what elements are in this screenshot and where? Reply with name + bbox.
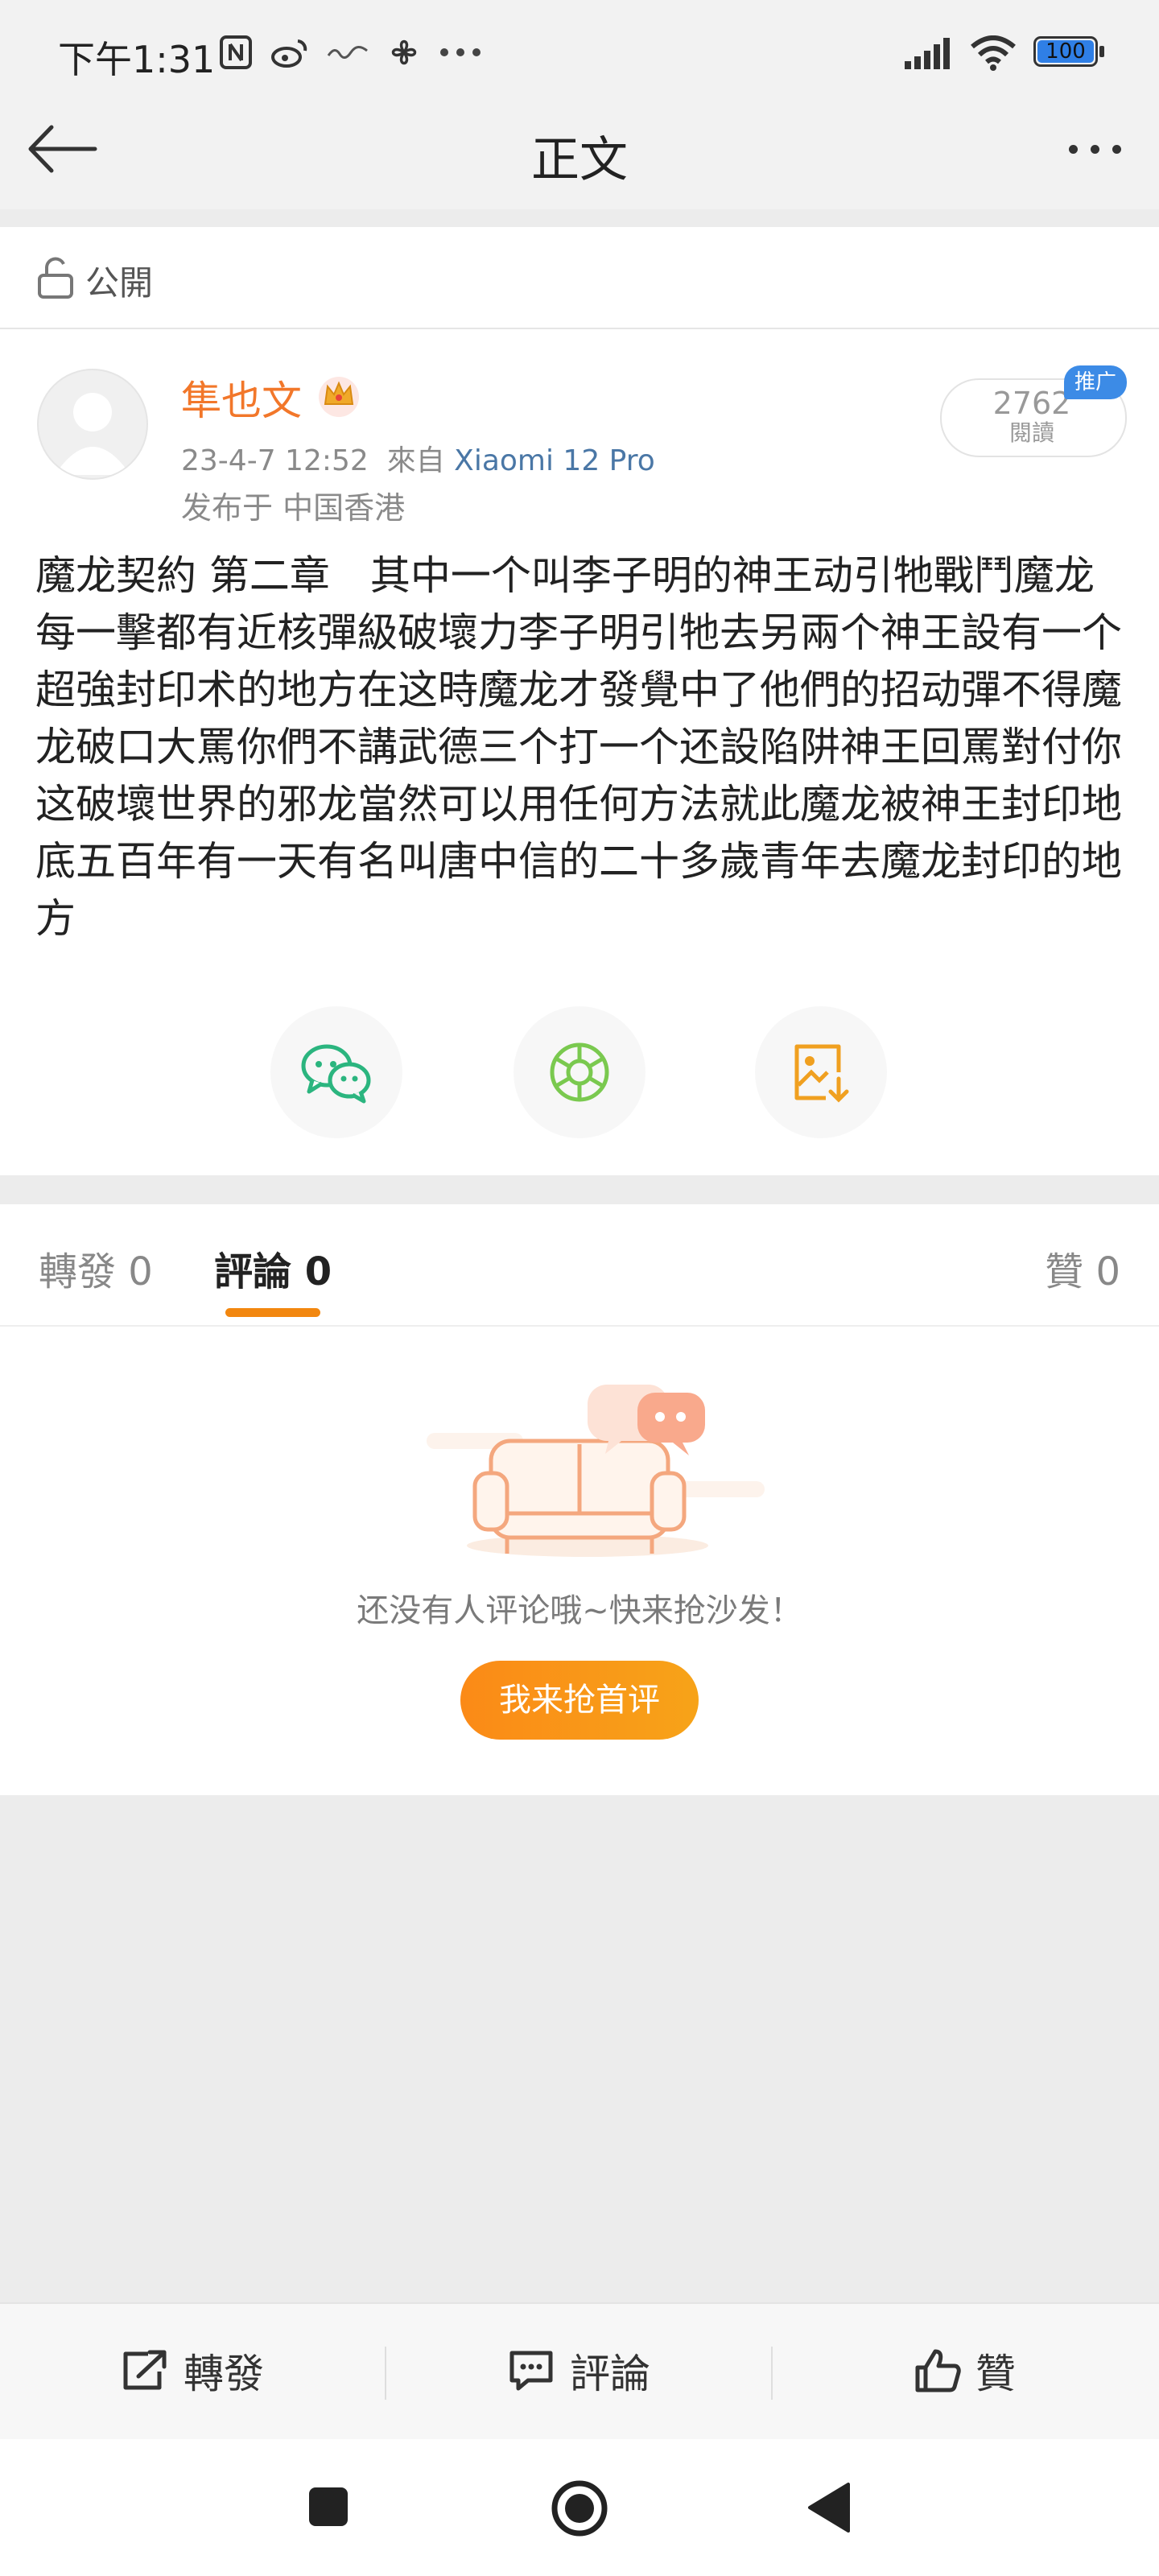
vip-crown-icon	[319, 377, 359, 417]
active-tab-indicator	[225, 1308, 320, 1317]
post-date: 23-4-7 12:52	[181, 444, 369, 477]
status-time: 下午1:31	[58, 38, 216, 81]
visibility-label: 公開	[85, 263, 154, 303]
tab-repost[interactable]: 轉發 0	[39, 1240, 153, 1296]
nfc-icon	[220, 35, 252, 69]
default-avatar-icon	[55, 393, 130, 475]
recent-apps-button[interactable]	[306, 2484, 351, 2529]
status-system-icons: 100	[903, 29, 1107, 77]
via-prefix: 來自	[386, 444, 445, 477]
post-body: 魔龙契約 第二章 其中一个叫李子明的神王动引牠戰鬥魔龙每一擊都有近核彈級破壞力李…	[35, 552, 1122, 942]
read-label: 閱讀	[1008, 419, 1054, 446]
system-back-button[interactable]	[805, 2481, 853, 2534]
promote-tag[interactable]: 推广	[1064, 365, 1127, 399]
tab-comments[interactable]: 評論 0	[214, 1240, 332, 1296]
post-location: 发布于 中国香港	[181, 490, 406, 526]
empty-comments-text: 还没有人评论哦~快来抢沙发！	[357, 1592, 802, 1629]
like-button[interactable]: 贊	[773, 2302, 1157, 2439]
repost-label: 轉發	[184, 2351, 264, 2397]
more-dot-icon	[1068, 144, 1078, 154]
repost-icon	[123, 2350, 167, 2390]
signal-icon	[905, 38, 950, 69]
wechat-icon	[301, 1044, 371, 1104]
first-comment-button[interactable]: 我来抢首评	[460, 1661, 699, 1740]
home-button[interactable]	[551, 2479, 608, 2537]
home-circle-icon	[551, 2480, 608, 2537]
avatar[interactable]	[37, 369, 148, 480]
thumbs-up-icon	[915, 2349, 961, 2392]
sofa-illustration-icon	[427, 1385, 765, 1557]
author-name[interactable]: 隼也文	[181, 369, 302, 427]
share-moments-button[interactable]	[514, 1006, 645, 1138]
battery-level: 100	[1046, 39, 1086, 64]
battery-icon: 100	[1033, 36, 1107, 70]
save-image-icon	[794, 1044, 849, 1103]
more-dot-icon	[1090, 144, 1099, 154]
repost-button[interactable]: 轉發	[0, 2302, 385, 2439]
like-label: 贊	[975, 2351, 1016, 2397]
visibility-bar	[0, 227, 1159, 329]
status-notification-icons	[219, 32, 481, 72]
more-options-button[interactable]	[1046, 125, 1143, 173]
music-app-icon	[327, 46, 368, 59]
post-device[interactable]: Xiaomi 12 Pro	[454, 444, 655, 477]
comment-label: 評論	[570, 2351, 650, 2397]
fan-app-icon	[391, 39, 417, 65]
unlock-icon	[38, 257, 73, 299]
interaction-tabs	[0, 1204, 1159, 1327]
weibo-icon	[271, 39, 307, 68]
wifi-icon	[971, 35, 1016, 71]
share-wechat-button[interactable]	[270, 1006, 402, 1138]
save-image-button[interactable]	[755, 1006, 887, 1138]
page-title: 正文	[531, 132, 628, 188]
more-notifications-icon	[440, 48, 481, 56]
comment-icon	[509, 2351, 553, 2391]
more-dot-icon	[1112, 144, 1121, 154]
moments-icon	[550, 1042, 609, 1102]
comment-button[interactable]: 評論	[386, 2302, 771, 2439]
square-icon	[309, 2487, 348, 2526]
post-meta: 23-4-7 12:52 來自 Xiaomi 12 Pro	[181, 437, 655, 479]
back-triangle-icon	[808, 2483, 850, 2533]
tab-likes[interactable]: 贊 0	[1045, 1240, 1120, 1296]
